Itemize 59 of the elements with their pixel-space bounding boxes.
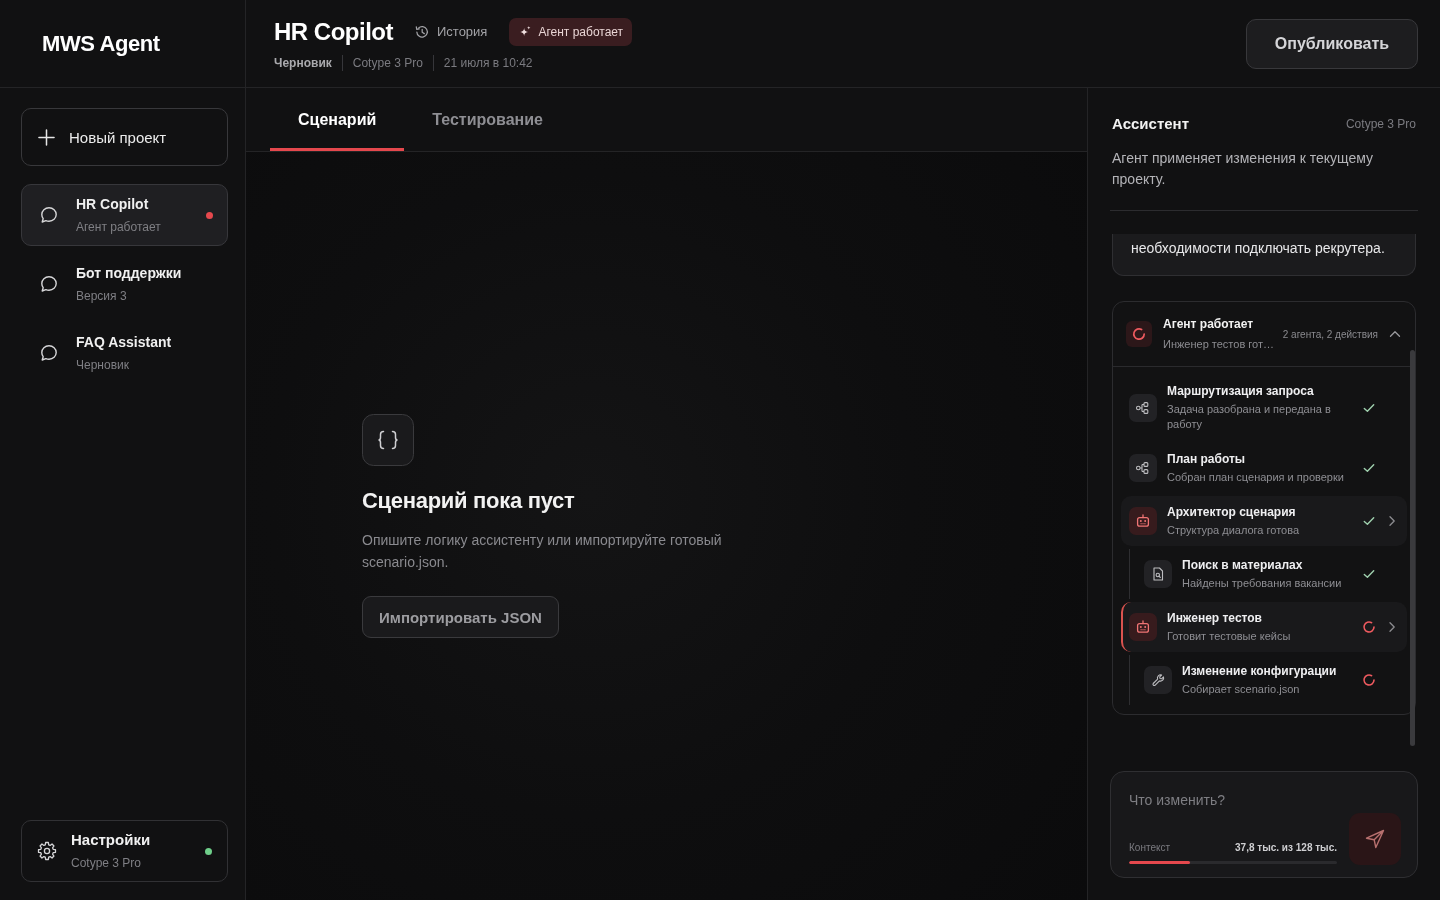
- chat-bubble-icon: [40, 206, 58, 224]
- agent-run-title: Агент работает: [1163, 316, 1255, 332]
- step-title: Поиск в материалах: [1182, 557, 1304, 573]
- chat-message: необходимости подключать рекрутера.: [1112, 234, 1416, 276]
- send-button[interactable]: [1349, 813, 1401, 865]
- step-detail: Готовит тестовые кейсы: [1167, 629, 1292, 644]
- step-detail: Структура диалога готова: [1167, 523, 1301, 538]
- message-input[interactable]: Что изменить?: [1129, 790, 1337, 810]
- context-usage: 37,8 тыс. из 128 тыс.: [1235, 841, 1337, 855]
- context-label: Контекст: [1129, 841, 1170, 855]
- agent-run-summary: 2 агента, 2 действия: [1282, 328, 1378, 340]
- chat-bubble-icon: [40, 275, 58, 293]
- project-title: HR Copilot: [274, 16, 393, 47]
- updated-time: 21 июля в 10:42: [443, 54, 533, 71]
- step-detail: Собран план сценария и проверки: [1167, 470, 1345, 485]
- empty-state-description: Опишите логику ассистенту или импортируйте готовый scenario.json.: [362, 531, 723, 572]
- step-title: Маршрутизация запроса: [1167, 383, 1315, 399]
- agent-row[interactable]: Архитектор сценария Структура диалога готова: [1121, 496, 1407, 546]
- publish-button[interactable]: Опубликовать: [1246, 18, 1418, 69]
- tab[interactable]: Тестирование: [404, 88, 571, 151]
- loading-spinner-icon: [1126, 321, 1152, 347]
- project-item[interactable]: Бот поддержки Версия 3: [21, 253, 228, 315]
- settings-button[interactable]: Настройки Cotype 3 Pro: [21, 820, 228, 882]
- scrollbar-thumb[interactable]: [1410, 350, 1415, 746]
- step-title: Архитектор сценария: [1167, 504, 1297, 520]
- wrench-icon: [1144, 666, 1172, 694]
- settings-icon: [37, 841, 57, 861]
- model-name: Cotype 3 Pro: [1345, 116, 1416, 133]
- empty-state-title: Сценарий пока пуст: [362, 487, 575, 515]
- history-link[interactable]: История: [414, 23, 488, 40]
- agent-status-text: Агент работает: [538, 24, 624, 39]
- step-title: План работы: [1167, 451, 1247, 467]
- flow-icon: [1129, 454, 1157, 482]
- history-icon: [414, 23, 430, 40]
- flow-icon: [1129, 393, 1157, 422]
- project-item[interactable]: HR Copilot Агент работает: [21, 184, 228, 246]
- step-detail: Найдены требования вакансии: [1182, 576, 1343, 591]
- agent-run-subtitle: Инженер тестов гот…: [1163, 337, 1275, 352]
- robot-icon: [1129, 507, 1157, 535]
- step-title: Изменение конфигурации: [1182, 663, 1338, 679]
- assistant-title: Ассистент: [1112, 114, 1189, 134]
- step-detail: Собирает scenario.json: [1182, 682, 1301, 697]
- project-item[interactable]: FAQ Assistant Черновик: [21, 322, 228, 384]
- assistant-description: Агент применяет изменения к текущему проекту.: [1112, 149, 1374, 189]
- document-search-icon: [1144, 560, 1172, 588]
- new-project-button[interactable]: Новый проект: [21, 108, 228, 166]
- step-title: Инженер тестов: [1167, 610, 1263, 626]
- agent-row[interactable]: Инженер тестов Готовит тестовые кейсы: [1121, 602, 1407, 652]
- import-json-button[interactable]: Импортировать JSON: [362, 596, 559, 638]
- step-detail: Задача разобрана и передана в работу: [1167, 402, 1332, 432]
- braces-icon: [362, 414, 414, 466]
- chat-bubble-icon: [40, 344, 58, 362]
- tab[interactable]: Сценарий: [270, 88, 405, 151]
- plus-icon: [38, 128, 55, 146]
- draft-status: Черновик: [274, 54, 332, 71]
- send-icon: [1364, 828, 1386, 850]
- model-name: Cotype 3 Pro: [352, 54, 423, 71]
- robot-icon: [1129, 613, 1157, 641]
- app-logo: MWS Agent: [42, 30, 160, 57]
